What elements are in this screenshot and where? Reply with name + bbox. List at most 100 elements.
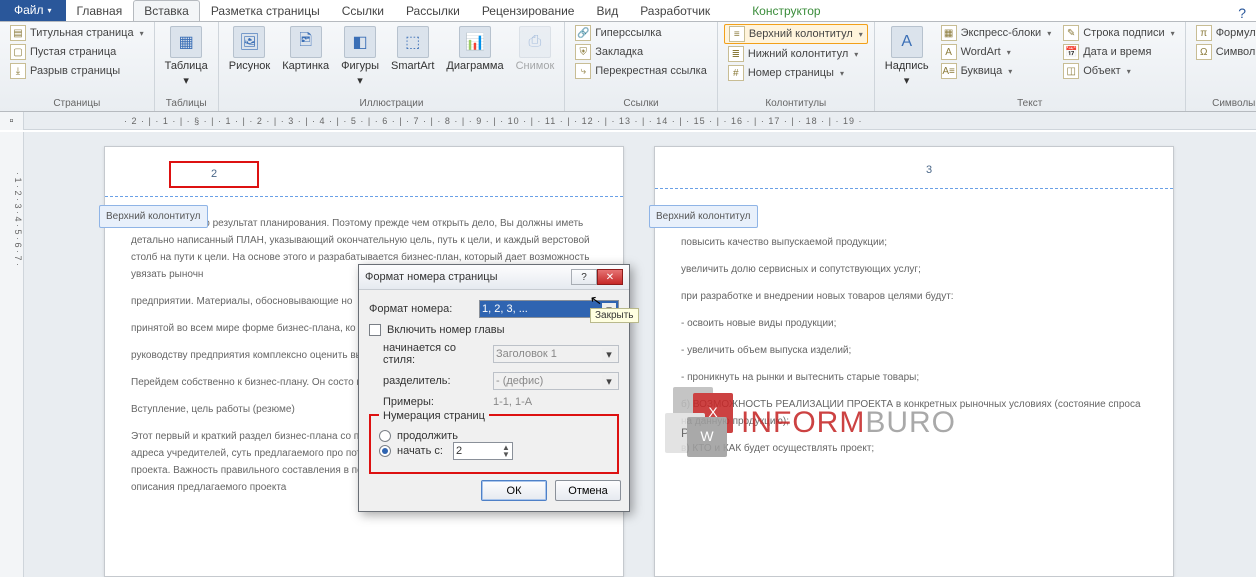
start-at-radio[interactable] [379, 445, 391, 457]
header-label-tab: Верхний колонтитул [99, 205, 208, 228]
tab-review[interactable]: Рецензирование [471, 0, 586, 21]
group-symbols: πФормула▾ ΩСимвол▾ Символы [1186, 22, 1256, 111]
continue-radio[interactable] [379, 430, 391, 442]
chapter-style-combo: Заголовок 1▾ [493, 345, 619, 363]
menu-bar: Файл Главная Вставка Разметка страницы С… [0, 0, 1256, 22]
table-icon: ▦ [170, 26, 202, 58]
dropcap-button[interactable]: A≡Буквица▾ [937, 62, 1056, 80]
quickparts-button[interactable]: ▦Экспресс-блоки▾ [937, 24, 1056, 42]
tab-developer[interactable]: Разработчик [629, 0, 721, 21]
wordart-icon: A [941, 44, 957, 60]
page-icon: ▢ [10, 44, 26, 60]
vertical-ruler[interactable]: · 1 · 2 · 3 · 4 · 5 · 6 · 7 · [0, 132, 24, 577]
equation-button[interactable]: πФормула▾ [1192, 24, 1256, 42]
document-page-3[interactable]: 3 Верхний колонтитул чистого дохода; пов… [654, 146, 1174, 577]
pages-container: 2 Верхний колонтитул к в бизнесе – это р… [24, 132, 1256, 577]
header-label-tab: Верхний колонтитул [649, 205, 758, 228]
group-links: 🔗Гиперссылка ⛨Закладка ⤷Перекрестная ссы… [565, 22, 718, 111]
include-chapter-checkbox[interactable] [369, 324, 381, 336]
sig-icon: ✎ [1063, 25, 1079, 41]
header-icon: ≡ [729, 26, 745, 42]
group-label: Страницы [6, 96, 148, 111]
separator-label: разделитель: [383, 375, 487, 387]
group-label: Иллюстрации [225, 96, 559, 111]
group-title: Нумерация страниц [379, 410, 489, 422]
blank-page-button[interactable]: ▢Пустая страница [6, 43, 148, 61]
footer-button[interactable]: ≣Нижний колонтитул▾ [724, 45, 868, 63]
shapes-button[interactable]: ◧Фигуры▾ [337, 24, 383, 89]
group-label: Текст [881, 96, 1179, 111]
tab-mailings[interactable]: Рассылки [395, 0, 471, 21]
close-tooltip: Закрыть [590, 308, 639, 323]
pagenum-icon: # [728, 65, 744, 81]
textbox-button[interactable]: AНадпись▾ [881, 24, 933, 89]
signature-line-button[interactable]: ✎Строка подписи▾ [1059, 24, 1178, 42]
header-button[interactable]: ≡Верхний колонтитул▾ [724, 24, 868, 44]
ok-button[interactable]: ОК [481, 480, 547, 501]
clipart-button[interactable]: 🖻Картинка [278, 24, 333, 74]
horizontal-ruler[interactable]: · 2 · | · 1 · | · § · | · 1 · | · 2 · | … [24, 116, 1256, 126]
crossref-button[interactable]: ⤷Перекрестная ссылка [571, 62, 711, 80]
help-icon[interactable]: ? [1228, 5, 1256, 21]
hyperlink-button[interactable]: 🔗Гиперссылка [571, 24, 711, 42]
object-button[interactable]: ◫Объект▾ [1059, 62, 1178, 80]
tab-page-layout[interactable]: Разметка страницы [200, 0, 331, 21]
page-number-button[interactable]: #Номер страницы▾ [724, 64, 868, 82]
page-numbering-group: Нумерация страниц продолжить начать с: 2… [369, 414, 619, 474]
number-format-label: Формат номера: [369, 303, 473, 315]
shapes-icon: ◧ [344, 26, 376, 58]
page-number: 3 [681, 161, 1147, 180]
chart-button[interactable]: 📊Диаграмма [442, 24, 507, 74]
group-tables: ▦Таблица▾ Таблицы [155, 22, 219, 111]
page-number: 2 [169, 161, 259, 188]
dialog-title: Формат номера страницы [365, 271, 571, 283]
bookmark-button[interactable]: ⛨Закладка [571, 43, 711, 61]
tab-design-context[interactable]: Конструктор [741, 0, 831, 21]
page-break-button[interactable]: ⤓Разрыв страницы [6, 62, 148, 80]
screenshot-icon: ⎙ [519, 26, 551, 58]
tab-home[interactable]: Главная [66, 0, 134, 21]
textbox-icon: A [891, 26, 923, 58]
quick-icon: ▦ [941, 25, 957, 41]
picture-button[interactable]: 🖼Рисунок [225, 24, 275, 74]
start-at-label: начать с: [397, 445, 443, 457]
date-icon: 📅 [1063, 44, 1079, 60]
file-menu[interactable]: Файл [0, 0, 66, 21]
cancel-button[interactable]: Отмена [555, 480, 621, 501]
crossref-icon: ⤷ [575, 63, 591, 79]
picture-icon: 🖼 [233, 26, 265, 58]
include-chapter-label: Включить номер главы [387, 324, 505, 336]
table-button[interactable]: ▦Таблица▾ [161, 24, 212, 89]
tab-view[interactable]: Вид [585, 0, 629, 21]
object-icon: ◫ [1063, 63, 1079, 79]
symbol-button[interactable]: ΩСимвол▾ [1192, 43, 1256, 61]
screenshot-button[interactable]: ⎙Снимок [512, 24, 559, 74]
cover-page-button[interactable]: ▤Титульная страница▾ [6, 24, 148, 42]
group-header-footer: ≡Верхний колонтитул▾ ≣Нижний колонтитул▾… [718, 22, 875, 111]
bookmark-icon: ⛨ [575, 44, 591, 60]
smartart-button[interactable]: ⬚SmartArt [387, 24, 438, 74]
group-pages: ▤Титульная страница▾ ▢Пустая страница ⤓Р… [0, 22, 155, 111]
page-number-format-dialog: Формат номера страницы ? ✕ Формат номера… [358, 264, 630, 512]
ruler-corner: ▫ [0, 112, 24, 130]
date-time-button[interactable]: 📅Дата и время [1059, 43, 1178, 61]
dialog-help-button[interactable]: ? [571, 269, 597, 285]
group-label: Символы [1192, 96, 1256, 111]
footer-icon: ≣ [728, 46, 744, 62]
starts-with-style-label: начинается со стиля: [383, 342, 487, 366]
group-label: Таблицы [161, 96, 212, 111]
ruler-row: ▫ · 2 · | · 1 · | · § · | · 1 · | · 2 · … [0, 112, 1256, 130]
dialog-titlebar[interactable]: Формат номера страницы ? ✕ [359, 265, 629, 290]
examples-value: 1-1, 1-А [493, 396, 532, 408]
tab-insert[interactable]: Вставка [133, 0, 200, 21]
start-at-spinner[interactable]: 2▲▼ [453, 442, 513, 460]
dialog-close-button[interactable]: ✕ [597, 269, 623, 285]
examples-label: Примеры: [383, 396, 487, 408]
group-illustrations: 🖼Рисунок 🖻Картинка ◧Фигуры▾ ⬚SmartArt 📊Д… [219, 22, 566, 111]
page-icon: ▤ [10, 25, 26, 41]
tab-references[interactable]: Ссылки [331, 0, 395, 21]
wordart-button[interactable]: AWordArt▾ [937, 43, 1056, 61]
link-icon: 🔗 [575, 25, 591, 41]
continue-label: продолжить [397, 430, 458, 442]
document-body: чистого дохода; повысить качество выпуск… [681, 207, 1147, 457]
